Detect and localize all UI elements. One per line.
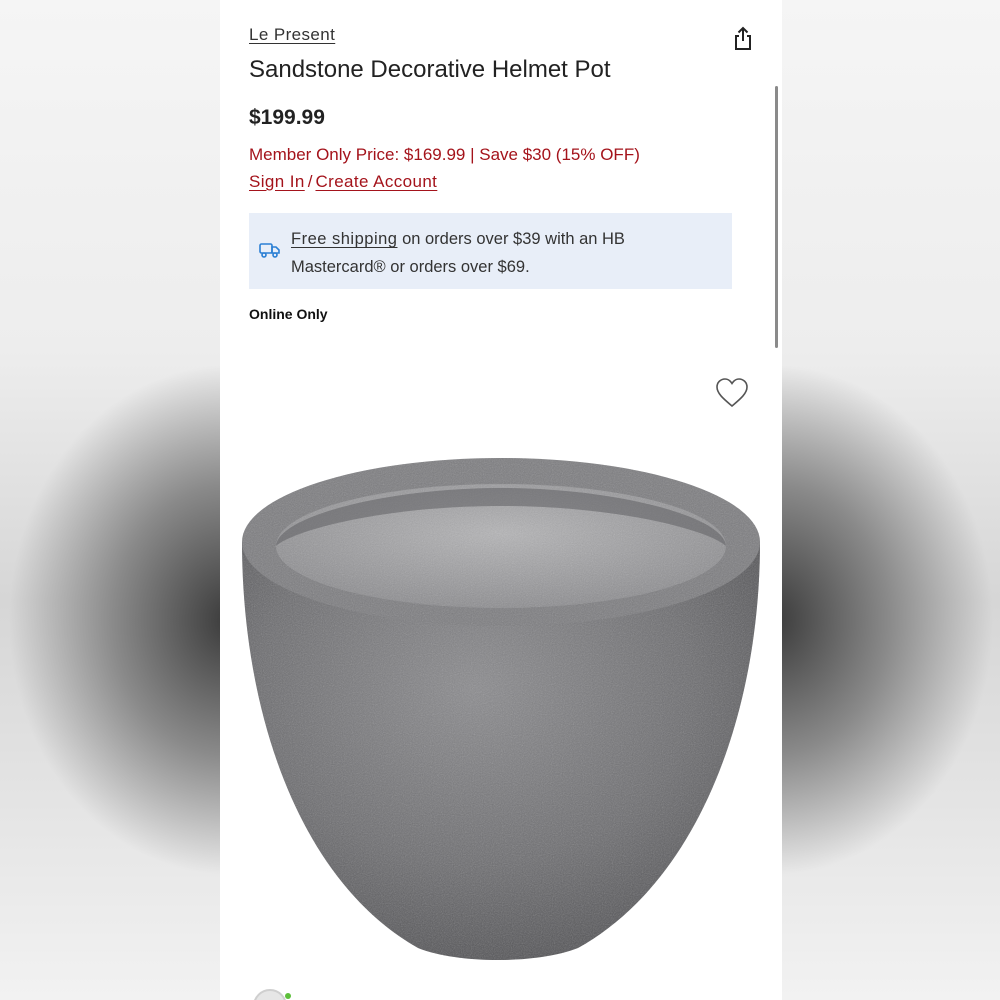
product-image [242, 458, 760, 960]
auth-links: Sign In / Create Account [249, 172, 437, 192]
background-right [782, 0, 1000, 1000]
partial-avatar [254, 989, 291, 1000]
free-shipping-link[interactable]: Free shipping [291, 230, 397, 248]
brand-link[interactable]: Le Present [249, 25, 335, 45]
shipping-text: Free shipping on orders over $39 with an… [291, 225, 721, 281]
scrollbar[interactable] [775, 86, 778, 348]
product-title: Sandstone Decorative Helmet Pot [249, 56, 611, 83]
truck-icon [259, 243, 280, 258]
shipping-banner: Free shipping on orders over $39 with an… [249, 213, 732, 289]
create-account-link[interactable]: Create Account [315, 172, 437, 191]
product-price: $199.99 [249, 106, 325, 129]
heart-icon[interactable] [715, 377, 749, 409]
sign-in-link[interactable]: Sign In [249, 172, 305, 191]
product-page: Le Present Sandstone Decorative Helmet P… [220, 0, 782, 1000]
share-icon[interactable] [731, 26, 755, 52]
auth-separator: / [307, 172, 313, 191]
availability-label: Online Only [249, 306, 328, 322]
background-left [0, 0, 220, 1000]
member-price: Member Only Price: $169.99 | Save $30 (1… [249, 145, 640, 164]
